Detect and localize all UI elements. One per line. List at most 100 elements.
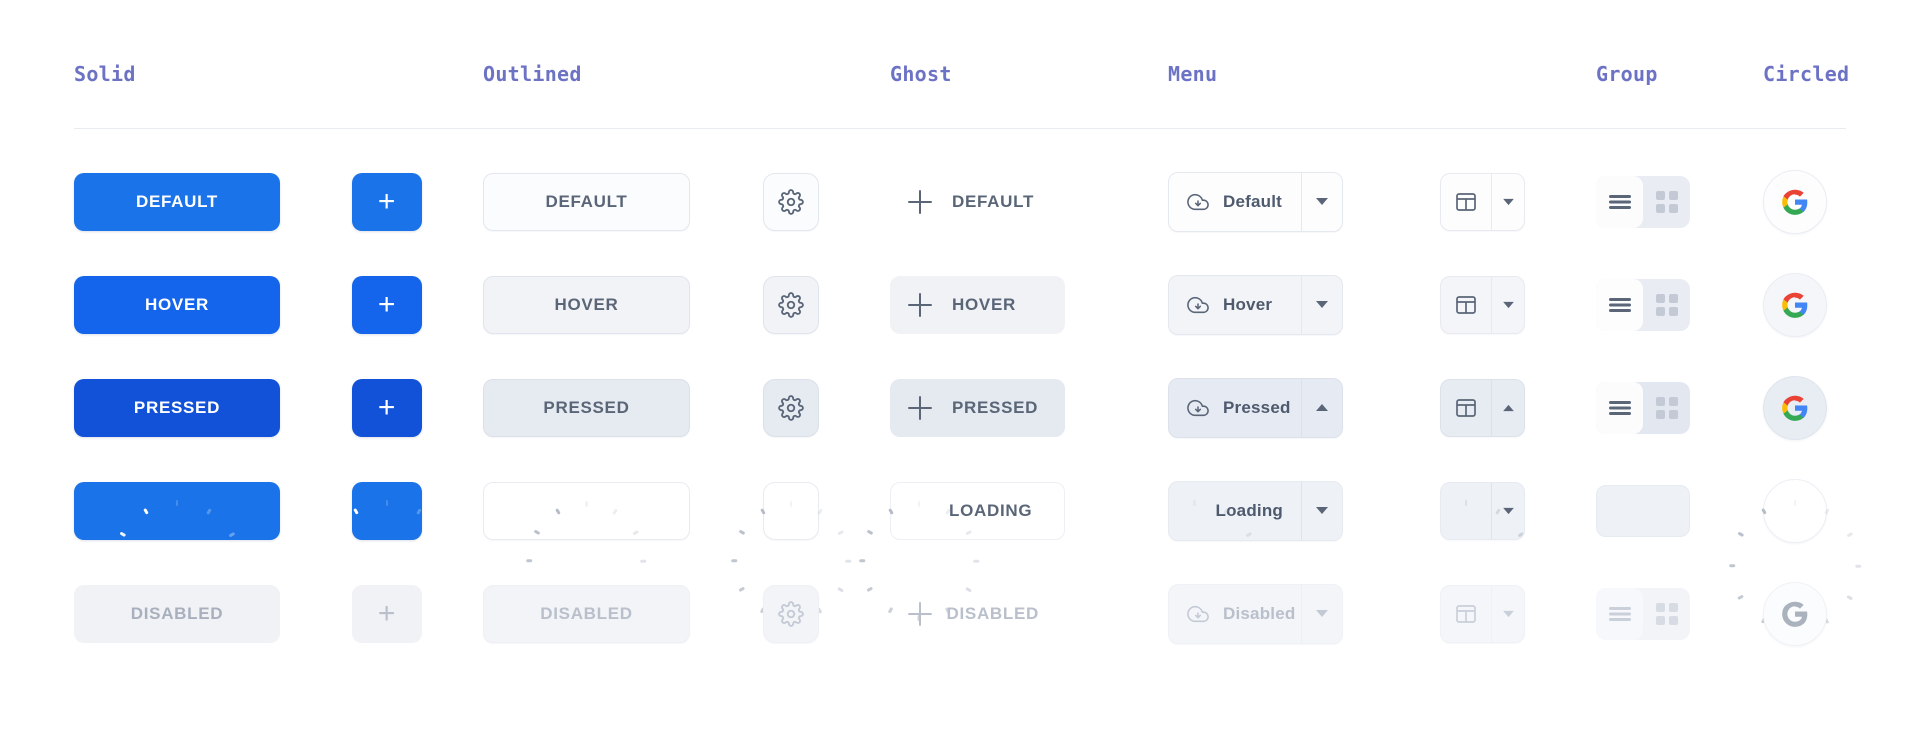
google-logo-icon bbox=[1781, 188, 1809, 216]
icon-split-dropdown-toggle[interactable] bbox=[1491, 380, 1524, 436]
outlined-button-hover[interactable]: HOVER bbox=[483, 276, 690, 334]
segmented-group-loading[interactable] bbox=[1596, 485, 1690, 537]
solid-button-loading[interactable] bbox=[74, 482, 280, 540]
circled-button-hover[interactable] bbox=[1763, 273, 1827, 337]
cell-menu-default: Default bbox=[1168, 150, 1343, 253]
button-label: PRESSED bbox=[134, 398, 220, 418]
icon-split-main-action[interactable] bbox=[1441, 483, 1491, 539]
cell-group-default bbox=[1596, 150, 1690, 253]
cloud-download-icon bbox=[1187, 191, 1209, 213]
menu-main-action[interactable]: Default bbox=[1169, 173, 1301, 231]
icon-split-button-default[interactable] bbox=[1440, 173, 1525, 231]
circled-button-loading[interactable] bbox=[1763, 479, 1827, 543]
gear-icon bbox=[778, 601, 804, 627]
icon-split-main-action[interactable] bbox=[1441, 277, 1491, 333]
cell-group-disabled bbox=[1596, 562, 1690, 665]
chevron-down-icon bbox=[1502, 198, 1515, 206]
plus-icon: + bbox=[378, 290, 396, 320]
segmented-group-pressed[interactable] bbox=[1596, 382, 1690, 434]
chevron-down-icon bbox=[1315, 197, 1329, 206]
button-label: HOVER bbox=[555, 295, 619, 315]
ghost-button-hover[interactable]: HOVER bbox=[890, 276, 1065, 334]
ghost-button-pressed[interactable]: PRESSED bbox=[890, 379, 1065, 437]
segment-grid-view[interactable] bbox=[1643, 279, 1690, 331]
segmented-group-hover[interactable] bbox=[1596, 279, 1690, 331]
plus-icon bbox=[908, 396, 932, 420]
header-divider bbox=[74, 128, 1846, 129]
menu-main-action[interactable]: Hover bbox=[1169, 276, 1301, 334]
column-headers: Solid Outlined Ghost Menu Group Circled bbox=[0, 0, 1920, 130]
menu-main-action[interactable]: Pressed bbox=[1169, 379, 1301, 437]
solid-icon-button-loading[interactable] bbox=[352, 482, 422, 540]
list-view-icon bbox=[1608, 297, 1632, 313]
outlined-icon-button-hover[interactable] bbox=[763, 276, 819, 334]
cell-menu-hover: Hover bbox=[1168, 253, 1343, 356]
cell-outlined-icon-disabled bbox=[763, 562, 819, 665]
icon-split-button-loading[interactable] bbox=[1440, 482, 1525, 540]
chevron-down-icon bbox=[1315, 300, 1329, 309]
button-showcase-page: Solid Outlined Ghost Menu Group Circled … bbox=[0, 0, 1920, 732]
grid-view-icon bbox=[1656, 191, 1678, 213]
outlined-button-disabled: DISABLED bbox=[483, 585, 690, 643]
icon-split-button-disabled bbox=[1440, 585, 1525, 643]
cell-solid-hover: HOVER bbox=[74, 253, 280, 356]
solid-button-pressed[interactable]: PRESSED bbox=[74, 379, 280, 437]
ghost-button-loading[interactable]: LOADING bbox=[890, 482, 1065, 540]
solid-button-hover[interactable]: HOVER bbox=[74, 276, 280, 334]
button-label: HOVER bbox=[952, 295, 1016, 315]
segment-list-view[interactable] bbox=[1596, 382, 1643, 434]
icon-split-dropdown-toggle[interactable] bbox=[1491, 277, 1524, 333]
menu-split-button-loading[interactable]: Loading bbox=[1168, 481, 1343, 541]
cloud-download-icon bbox=[1187, 603, 1209, 625]
icon-split-button-pressed[interactable] bbox=[1440, 379, 1525, 437]
outlined-icon-button-pressed[interactable] bbox=[763, 379, 819, 437]
outlined-icon-button-loading[interactable] bbox=[763, 482, 819, 540]
icon-split-main-action[interactable] bbox=[1441, 174, 1491, 230]
menu-split-button-pressed[interactable]: Pressed bbox=[1168, 378, 1343, 438]
menu-split-button-default[interactable]: Default bbox=[1168, 172, 1343, 232]
icon-split-button-hover[interactable] bbox=[1440, 276, 1525, 334]
outlined-button-pressed[interactable]: PRESSED bbox=[483, 379, 690, 437]
segment-list-view[interactable] bbox=[1596, 279, 1643, 331]
icon-split-main-action[interactable] bbox=[1441, 380, 1491, 436]
menu-dropdown-toggle[interactable] bbox=[1301, 379, 1342, 437]
menu-split-button-hover[interactable]: Hover bbox=[1168, 275, 1343, 335]
column-header-circled: Circled bbox=[1763, 62, 1849, 86]
gear-icon bbox=[778, 189, 804, 215]
cell-circled-default bbox=[1763, 150, 1827, 253]
outlined-button-loading[interactable] bbox=[483, 482, 690, 540]
layout-panel-icon bbox=[1454, 602, 1478, 626]
icon-split-dropdown-toggle[interactable] bbox=[1491, 174, 1524, 230]
outlined-icon-button-default[interactable] bbox=[763, 173, 819, 231]
column-header-menu: Menu bbox=[1168, 62, 1217, 86]
menu-dropdown-toggle[interactable] bbox=[1301, 276, 1342, 334]
cell-outlined-hover: HOVER bbox=[483, 253, 690, 356]
spinner-icon bbox=[781, 501, 801, 521]
solid-icon-button-default[interactable]: + bbox=[352, 173, 422, 231]
segment-grid-view[interactable] bbox=[1643, 176, 1690, 228]
circled-button-pressed[interactable] bbox=[1763, 376, 1827, 440]
cloud-download-icon bbox=[1187, 294, 1209, 316]
chevron-up-icon bbox=[1315, 403, 1329, 412]
menu-dropdown-toggle[interactable] bbox=[1301, 482, 1342, 540]
cell-solid-default: DEFAULT bbox=[74, 150, 280, 253]
button-label: HOVER bbox=[145, 295, 209, 315]
outlined-button-default[interactable]: DEFAULT bbox=[483, 173, 690, 231]
cell-solid-icon-loading bbox=[352, 459, 422, 562]
solid-icon-button-pressed[interactable]: + bbox=[352, 379, 422, 437]
gear-icon bbox=[778, 395, 804, 421]
cell-outlined-icon-loading bbox=[763, 459, 819, 562]
menu-dropdown-toggle[interactable] bbox=[1301, 173, 1342, 231]
menu-main-action[interactable]: Loading bbox=[1169, 482, 1301, 540]
solid-icon-button-disabled: + bbox=[352, 585, 422, 643]
segmented-group-default[interactable] bbox=[1596, 176, 1690, 228]
segment-grid-view[interactable] bbox=[1643, 382, 1690, 434]
solid-icon-button-hover[interactable]: + bbox=[352, 276, 422, 334]
cell-outlined-icon-pressed bbox=[763, 356, 819, 459]
segment-list-view[interactable] bbox=[1596, 176, 1643, 228]
ghost-button-default[interactable]: DEFAULT bbox=[890, 173, 1065, 231]
cell-solid-icon-disabled: + bbox=[352, 562, 422, 665]
segment-list-view bbox=[1596, 588, 1643, 640]
solid-button-default[interactable]: DEFAULT bbox=[74, 173, 280, 231]
circled-button-default[interactable] bbox=[1763, 170, 1827, 234]
